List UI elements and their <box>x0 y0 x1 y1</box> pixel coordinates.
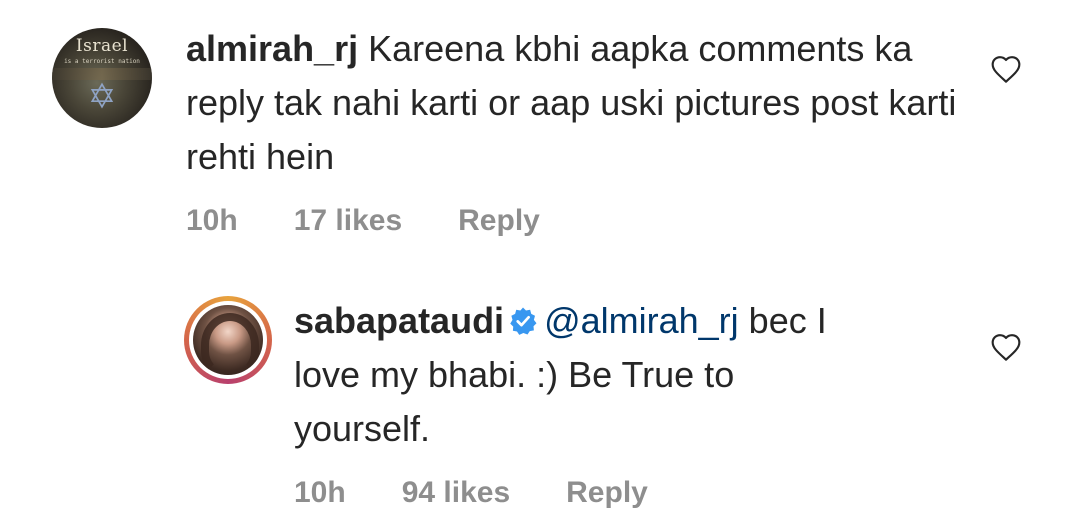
comment-meta: 10h 94 likes Reply <box>294 476 1040 510</box>
comment-text-block: sabapataudi @almirah_rj bec I love my bh… <box>294 294 874 456</box>
comment-username[interactable]: almirah_rj <box>186 28 358 69</box>
mention-link[interactable]: @almirah_rj <box>544 300 739 341</box>
avatar-inner <box>189 301 267 379</box>
comment-body: sabapataudi @almirah_rj bec I love my bh… <box>294 296 1040 510</box>
comment-time: 10h <box>186 204 238 237</box>
comment-likes[interactable]: 94 likes <box>402 476 510 510</box>
avatar-hair <box>201 313 259 375</box>
verified-badge-icon <box>510 307 537 335</box>
reply-button[interactable]: Reply <box>458 204 540 238</box>
comment-likes[interactable]: 17 likes <box>294 204 402 238</box>
avatar-photo <box>193 305 263 375</box>
comment-item: Israel is a terrorist nation ✡ almirah_r… <box>40 24 1040 238</box>
heart-outline-icon[interactable] <box>990 54 1022 84</box>
reply-button[interactable]: Reply <box>566 476 648 510</box>
avatar[interactable] <box>184 296 272 384</box>
star-of-david-icon: ✡ <box>87 78 117 116</box>
comment-meta: 10h 17 likes Reply <box>186 204 1040 238</box>
comment-username[interactable]: sabapataudi <box>294 300 504 341</box>
comment-text-block: almirah_rj Kareena kbhi aapka comments k… <box>186 22 976 184</box>
comment-reply-item: sabapataudi @almirah_rj bec I love my bh… <box>176 296 1040 510</box>
comment-time: 10h <box>294 476 346 509</box>
avatar[interactable]: Israel is a terrorist nation ✡ <box>52 28 152 128</box>
avatar-title: Israel <box>75 36 129 56</box>
avatar-subtitle: is a terrorist nation <box>64 58 140 65</box>
heart-outline-icon[interactable] <box>990 332 1022 362</box>
comment-body: almirah_rj Kareena kbhi aapka comments k… <box>186 24 1040 238</box>
